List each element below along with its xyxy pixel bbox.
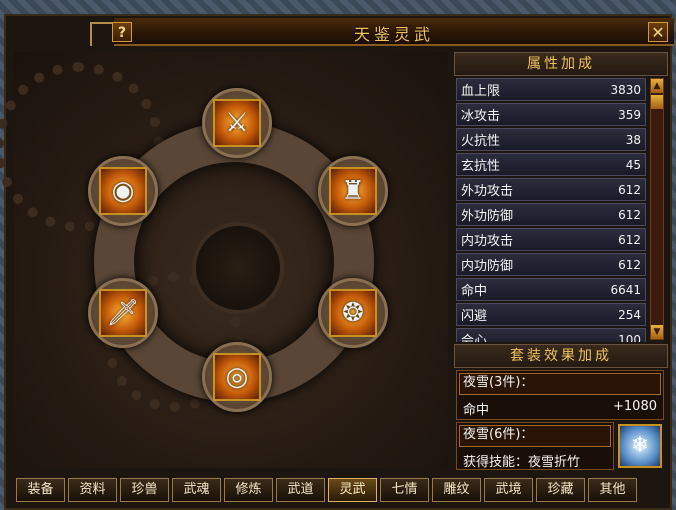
set-stat-label: 命中 [463,403,490,418]
equipment-wheel: ⚔ ◉ ♜ 🗡 ❂ ◎ [0,52,448,468]
set-stat-value: +1080 [613,399,657,414]
attr-label: 外功防御 [461,209,514,224]
attr-row: 内功攻击 612 [456,228,646,251]
attr-value: 359 [618,107,641,122]
tab-other[interactable]: 其他 [588,478,637,502]
slot-ring-amulet[interactable]: ◉ [88,156,158,226]
right-panel: 属性加成 血上限 3830 冰攻击 359 火抗性 38 玄抗性 45 外功攻击 612 … [454,52,668,472]
attributes-list[interactable]: 血上限 3830 冰攻击 359 火抗性 38 玄抗性 45 外功攻击 612 外功防御 6… [456,78,646,342]
armor-icon: ♜ [329,167,377,215]
spear-icon: ⚔ [213,99,261,147]
tab-equipment[interactable]: 装备 [16,478,65,502]
set-stat-line: 命中 +1080 [457,397,663,420]
attr-label: 火抗性 [461,134,501,149]
window-title: 天鉴灵武 [353,25,434,44]
center-hub [192,222,284,314]
necklace-icon: ❂ [329,289,377,337]
attr-value: 6641 [610,282,641,297]
skill-icon[interactable]: ❄ [618,424,662,468]
attr-value: 38 [625,132,641,147]
attr-value: 3830 [610,82,641,97]
slot-armor[interactable]: ♜ [318,156,388,226]
attr-row: 冰攻击 359 [456,103,646,126]
attr-value: 45 [625,157,641,172]
attr-label: 血上限 [461,84,501,99]
close-button[interactable]: ✕ [648,22,668,42]
attr-label: 冰攻击 [461,109,501,124]
tab-cultivation[interactable]: 修炼 [224,478,273,502]
attr-label: 内功攻击 [461,234,514,249]
set-name-6piece: 夜雪(6件)： [459,425,611,447]
slot-necklace[interactable]: ❂ [318,278,388,348]
dagger-icon: 🗡 [99,289,147,337]
attr-row: 血上限 3830 [456,78,646,101]
attr-label: 外功攻击 [461,184,514,199]
tab-collection[interactable]: 珍藏 [536,478,585,502]
slot-belt[interactable]: ◎ [202,342,272,412]
set-bonus-6piece: 夜雪(6件)： 获得技能：夜雪折竹 [456,422,614,470]
tab-bar: 装备 资料 珍兽 武魂 修炼 武道 灵武 七情 雕纹 武境 珍藏 其他 [16,478,637,502]
attr-value: 612 [618,257,641,272]
attr-row: 会心 100 [456,328,646,342]
attr-value: 612 [618,207,641,222]
attr-value: 100 [618,332,641,343]
attr-value: 612 [618,182,641,197]
attr-value: 254 [618,307,641,322]
window-corner-ornament [90,22,114,46]
tab-wuhun[interactable]: 武魂 [172,478,221,502]
help-button[interactable]: ? [112,22,132,42]
tab-qiqing[interactable]: 七情 [380,478,429,502]
attributes-scrollbar[interactable]: ▲ ▼ [650,78,664,340]
set-skill-text: 获得技能：夜雪折竹 [463,455,581,470]
attr-label: 内功防御 [461,259,514,274]
tab-pets[interactable]: 珍兽 [120,478,169,502]
attr-row: 玄抗性 45 [456,153,646,176]
attr-row: 命中 6641 [456,278,646,301]
set-bonus-header: 套装效果加成 [454,344,668,368]
attr-row: 内功防御 612 [456,253,646,276]
attr-label: 命中 [461,284,488,299]
tab-wudao[interactable]: 武道 [276,478,325,502]
attr-label: 会心 [461,334,488,342]
attr-row: 外功攻击 612 [456,178,646,201]
belt-icon: ◎ [213,353,261,401]
attr-label: 闪避 [461,309,488,324]
attr-row: 闪避 254 [456,303,646,326]
attr-label: 玄抗性 [461,159,501,174]
attr-row: 火抗性 38 [456,128,646,151]
slot-spear[interactable]: ⚔ [202,88,272,158]
tab-lingwu[interactable]: 灵武 [328,478,377,502]
tab-profile[interactable]: 资料 [68,478,117,502]
attr-row: 外功防御 612 [456,203,646,226]
attr-value: 612 [618,232,641,247]
scroll-down-button[interactable]: ▼ [651,325,663,339]
set-bonus-3piece: 夜雪(3件)： 命中 +1080 [456,370,664,420]
tab-diaowen[interactable]: 雕纹 [432,478,481,502]
slot-dagger[interactable]: 🗡 [88,278,158,348]
set-skill-line: 获得技能：夜雪折竹 [457,449,613,472]
ring-amulet-icon: ◉ [99,167,147,215]
tab-wujing[interactable]: 武境 [484,478,533,502]
scroll-thumb[interactable] [651,95,663,109]
window-titlebar[interactable]: 天鉴灵武 [114,18,674,46]
set-name-3piece: 夜雪(3件)： [459,373,661,395]
scroll-up-button[interactable]: ▲ [651,79,663,93]
attributes-header: 属性加成 [454,52,668,76]
